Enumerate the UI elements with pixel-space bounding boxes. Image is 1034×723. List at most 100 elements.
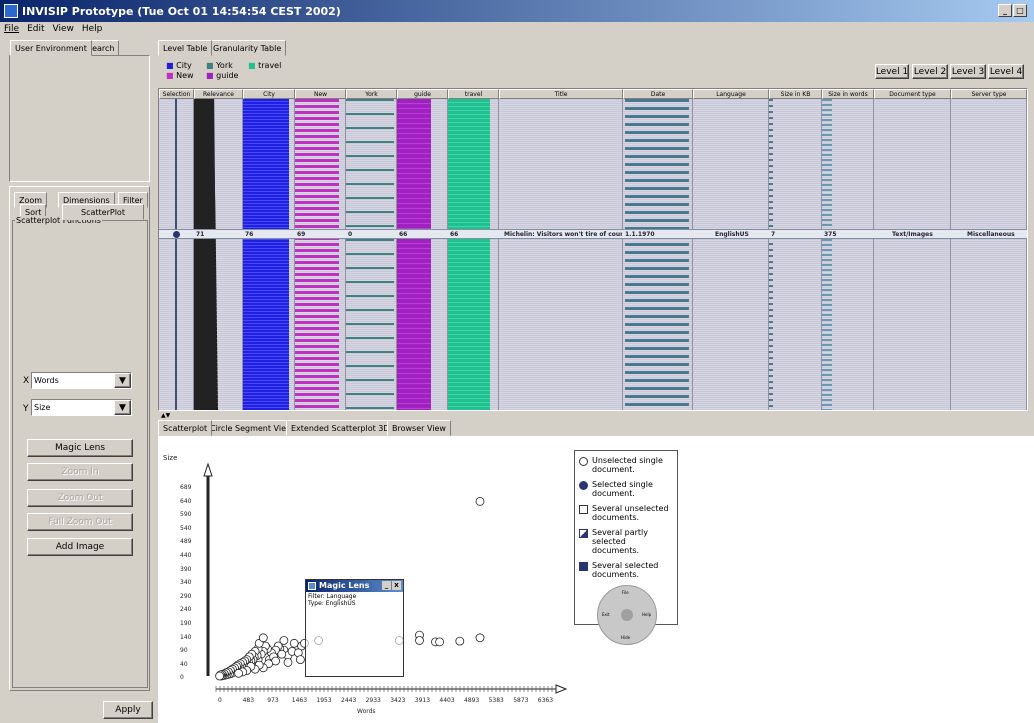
col-header-selection[interactable]: Selection: [159, 89, 194, 99]
maximize-button[interactable]: □: [1013, 4, 1027, 17]
col-header-new[interactable]: New: [295, 89, 346, 99]
magic-lens-filter: Filter: Language: [308, 593, 357, 600]
magic-lens-type: Type: EnglishUS: [308, 600, 356, 607]
x-tick-label: 2933: [365, 697, 381, 704]
magic-lens-titlebar[interactable]: Magic Lens _ x: [306, 580, 403, 592]
y-tick-label: 240: [180, 606, 192, 614]
cell-city: 76: [245, 231, 254, 238]
magic-lens-close-button[interactable]: x: [392, 581, 401, 590]
magic-lens-button[interactable]: Magic Lens: [27, 439, 133, 457]
tab-user-environment[interactable]: User Environment: [10, 40, 92, 56]
level-1-button[interactable]: Level 1: [875, 64, 909, 79]
cell-server-type: Miscellaneous: [967, 231, 1015, 238]
pie-menu-exit[interactable]: Exit: [602, 612, 610, 617]
minimize-button[interactable]: _: [998, 4, 1012, 17]
x-tick-label: 2443: [341, 697, 357, 704]
col-header-title[interactable]: Title: [499, 89, 623, 99]
scatter-point: [435, 637, 445, 647]
scatter-point: [215, 671, 224, 681]
tab-scatterplot-view[interactable]: Scatterplot: [158, 420, 213, 436]
menu-bar: File Edit View Help: [0, 22, 1034, 36]
x-tick-label: 5383: [488, 697, 504, 704]
col-header-york[interactable]: York: [346, 89, 397, 99]
tab-scatterplot[interactable]: ScatterPlot: [62, 204, 144, 220]
chevron-down-icon[interactable]: ▼: [114, 373, 131, 388]
col-header-size-kb[interactable]: Size in KB: [769, 89, 822, 99]
add-image-button[interactable]: Add Image: [27, 538, 133, 556]
y-tick-label: 390: [180, 565, 192, 573]
col-header-date[interactable]: Date: [623, 89, 693, 99]
menu-edit[interactable]: Edit: [27, 24, 44, 34]
tab-level-table[interactable]: Level Table: [158, 40, 213, 56]
y-tick-label: 440: [180, 552, 192, 559]
y-tick-label: 340: [180, 579, 192, 587]
cell-size-kb: 7: [771, 231, 776, 238]
col-header-document-type[interactable]: Document type: [874, 89, 951, 99]
col-size-kb: [769, 99, 822, 410]
pie-menu-hide[interactable]: Hide: [621, 635, 630, 640]
title-bar: INVISIP Prototype (Tue Oct 01 14:54:54 C…: [0, 0, 1034, 22]
y-tick-label: 140: [180, 633, 192, 641]
cell-size-words: 375: [824, 231, 837, 238]
cell-title: Michelin: Visitors won't tire of county: [504, 231, 622, 238]
zoom-in-button[interactable]: Zoom In: [27, 463, 133, 481]
full-zoom-out-button[interactable]: Full Zoom Out: [27, 513, 133, 531]
y-tick-label: 190: [180, 620, 192, 627]
unselected-square-icon: [579, 505, 588, 514]
cell-language: EnglishUS: [715, 231, 749, 238]
tab-granularity-table[interactable]: Granularity Table: [208, 40, 287, 56]
legend-york: York: [216, 61, 233, 70]
chevron-down-icon[interactable]: ▼: [114, 400, 131, 415]
unselected-circle-icon: [579, 457, 588, 466]
col-header-language[interactable]: Language: [693, 89, 769, 99]
menu-file[interactable]: File: [4, 24, 19, 34]
y-axis-select-value: Size: [34, 403, 51, 412]
scatter-point: [475, 497, 485, 506]
selected-square-icon: [579, 562, 588, 571]
menu-view[interactable]: View: [53, 24, 74, 34]
app-icon: [4, 4, 18, 18]
y-tick-label: 40: [180, 660, 188, 668]
y-tick-label: 489: [180, 538, 192, 546]
cell-document-type: Text/Images: [892, 231, 933, 238]
legend-several-partly-selected: Several partly selected documents.: [579, 528, 673, 555]
magic-lens-minimize-button[interactable]: _: [382, 581, 391, 590]
tab-browser-view[interactable]: Browser View: [387, 420, 451, 436]
apply-button[interactable]: Apply: [103, 701, 153, 719]
x-tick-label: 1953: [316, 697, 332, 704]
level-table[interactable]: Selection Relevance City New York guide …: [158, 88, 1028, 411]
scatterplot-canvas[interactable]: Size Words Magic Lens _ x Filter: Langua…: [158, 436, 1034, 723]
col-header-server-type[interactable]: Server type: [951, 89, 1027, 99]
zoom-out-button[interactable]: Zoom Out: [27, 489, 133, 507]
col-header-travel[interactable]: travel: [448, 89, 499, 99]
magic-lens-window[interactable]: Magic Lens _ x Filter: Language Type: En…: [305, 579, 404, 677]
col-header-size-words[interactable]: Size in words: [822, 89, 874, 99]
col-header-relevance[interactable]: Relevance: [194, 89, 243, 99]
pie-menu-compass[interactable]: File Exit Help Hide: [597, 585, 657, 645]
tab-extended-scatterplot-3d[interactable]: Extended Scatterplot 3D: [286, 420, 395, 436]
level-4-button[interactable]: Level 4: [988, 64, 1024, 79]
x-axis-select-value: Words: [34, 376, 59, 385]
window-title: INVISIP Prototype (Tue Oct 01 14:54:54 C…: [22, 4, 341, 18]
y-tick-label: 290: [180, 592, 192, 600]
level-3-button[interactable]: Level 3: [950, 64, 986, 79]
pie-menu-help[interactable]: Help: [642, 612, 651, 617]
col-header-city[interactable]: City: [243, 89, 295, 99]
pie-menu-file[interactable]: File: [622, 590, 629, 595]
y-axis-select[interactable]: Size ▼: [31, 399, 132, 416]
scatter-point: [455, 636, 465, 646]
menu-help[interactable]: Help: [82, 24, 103, 34]
col-city: [243, 99, 295, 410]
col-guide: [397, 99, 448, 410]
col-selection: [159, 99, 194, 410]
col-server-type: [951, 99, 1027, 410]
tab-circle-segment-view[interactable]: Circle Segment View: [205, 420, 298, 436]
level-2-button[interactable]: Level 2: [912, 64, 948, 79]
x-axis-select[interactable]: Words ▼: [31, 372, 132, 389]
collapse-arrows-icon[interactable]: ▲▼: [161, 412, 170, 419]
pie-menu-center[interactable]: [621, 609, 633, 621]
split-pane-divider[interactable]: ▲▼: [158, 412, 1034, 419]
col-header-guide[interactable]: guide: [397, 89, 448, 99]
x-tick-label: 483: [242, 697, 255, 704]
cell-guide: 66: [399, 231, 408, 238]
